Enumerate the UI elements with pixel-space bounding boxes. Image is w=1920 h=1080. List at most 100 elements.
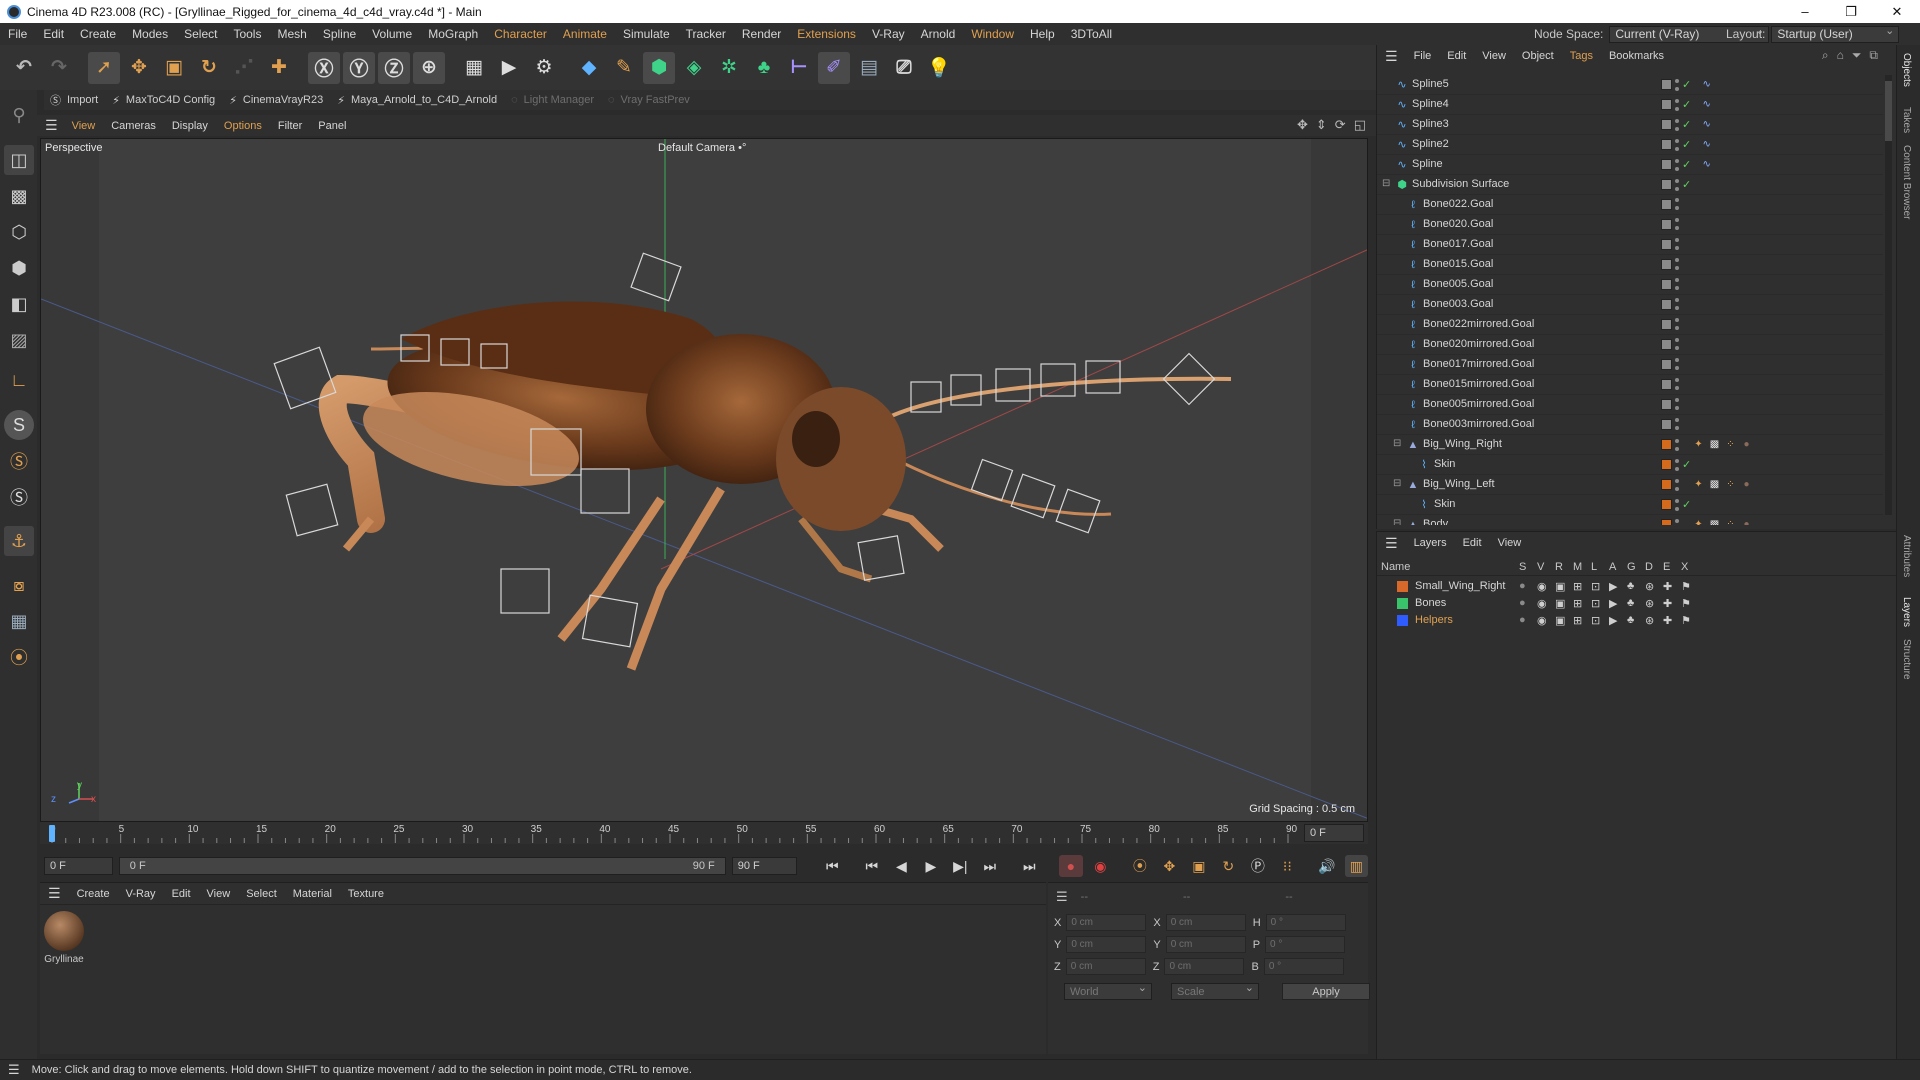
plugin-import[interactable]: Ⓢ Import [50, 92, 98, 108]
tab-content-browser[interactable]: Content Browser [1901, 145, 1912, 219]
deformer-icon[interactable]: ♣ [748, 52, 780, 84]
visibility-dots[interactable] [1675, 138, 1679, 151]
key-rotation-icon[interactable]: ↻ [1217, 855, 1241, 877]
coord-mode-dropdown[interactable]: Scale [1171, 981, 1259, 1000]
texture-tag-icon[interactable]: ▩ [1708, 478, 1721, 491]
rotate-icon[interactable]: ↻ [193, 52, 225, 84]
object-row[interactable]: ⊟ ▲ Big_Wing_Left ✦ ▩ ⁘ ● [1377, 475, 1883, 495]
snap-settings-icon[interactable]: Ⓢ [4, 446, 34, 476]
lm-menu-view[interactable]: View [1490, 537, 1530, 549]
workplane-icon[interactable]: ⧇ [4, 570, 34, 600]
create-object-icon[interactable]: ✚ [263, 52, 295, 84]
om-menu-bookmarks[interactable]: Bookmarks [1601, 50, 1672, 62]
spline-tag-icon[interactable]: ∿ [1700, 138, 1713, 151]
object-row[interactable]: ℓ Bone017.Goal [1377, 235, 1883, 255]
coord-space-dropdown[interactable]: World [1064, 981, 1152, 1000]
layer-color-swatch[interactable] [1661, 318, 1672, 330]
spline-tag-icon[interactable]: ∿ [1700, 158, 1713, 171]
visibility-dots[interactable] [1675, 78, 1679, 91]
deformers-icon[interactable]: ⊛ [1645, 614, 1654, 627]
layer-color-swatch[interactable] [1661, 479, 1672, 490]
enabled-check-icon[interactable]: ✓ [1682, 78, 1691, 91]
menu-mograph[interactable]: MoGraph [420, 27, 486, 41]
layer-color-swatch[interactable] [1661, 99, 1672, 110]
solo-icon[interactable]: ● [1519, 614, 1526, 626]
menu-animate[interactable]: Animate [555, 27, 615, 41]
viewport-maximize-icon[interactable]: ◱ [1354, 117, 1366, 133]
object-row[interactable]: ⌇ Skin ✓ [1377, 495, 1883, 515]
size-x-field[interactable]: 0 cm [1165, 914, 1246, 931]
pos-y-field[interactable]: 0 cm [1066, 936, 1147, 953]
menu-extensions[interactable]: Extensions [789, 27, 864, 41]
animation-icon[interactable]: ▶ [1609, 597, 1617, 610]
layer-color-swatch[interactable] [1661, 378, 1672, 390]
render-icon[interactable]: ▣ [1555, 597, 1565, 610]
plugin-cinemavray[interactable]: ⚡ CinemaVrayR23 [229, 94, 323, 107]
visibility-dots[interactable] [1675, 158, 1679, 171]
material-menu-create[interactable]: Create [69, 888, 118, 900]
vray-tag-icon[interactable]: ✦ [1692, 438, 1705, 451]
menu-edit[interactable]: Edit [35, 27, 72, 41]
live-selection-icon[interactable]: ➚ [88, 51, 120, 84]
menu-render[interactable]: Render [734, 27, 789, 41]
texture-mode-icon[interactable]: ▩ [4, 181, 34, 211]
apply-button[interactable]: Apply [1282, 983, 1370, 1000]
mograph-cloner-icon[interactable]: ✲ [713, 52, 745, 84]
solo-icon[interactable]: ● [1519, 580, 1526, 592]
end-frame-field[interactable]: 90 F [731, 857, 797, 875]
grid-planes-icon[interactable]: ▦ [4, 606, 34, 636]
record-icon[interactable]: ● [1059, 855, 1083, 877]
render-picture-viewer-icon[interactable]: ▶ [493, 52, 525, 84]
visibility-dots[interactable] [1675, 498, 1679, 511]
x-axis-lock-icon[interactable]: Ⓧ [308, 51, 340, 84]
manager-icon[interactable]: ⊞ [1573, 614, 1582, 627]
generators-icon[interactable]: ♣ [1627, 580, 1634, 592]
layer-color-swatch[interactable] [1661, 79, 1672, 90]
menu-create[interactable]: Create [72, 27, 124, 41]
object-row[interactable]: ∿ Spline2 ✓ ∿ [1377, 135, 1883, 155]
material-swatch[interactable]: Gryllinae [42, 911, 86, 971]
timeline-ruler[interactable]: 051015202530354045505560657075808590 0 F [40, 822, 1368, 844]
layer-color-swatch[interactable] [1661, 159, 1672, 170]
om-menu-view[interactable]: View [1474, 50, 1514, 62]
layer-color-swatch[interactable] [1661, 338, 1672, 350]
expressions-icon[interactable]: ✚ [1663, 614, 1672, 627]
visibility-dots[interactable] [1675, 358, 1679, 370]
manager-icon[interactable]: ⊞ [1573, 580, 1582, 593]
weight-tag-icon[interactable]: ⁘ [1724, 478, 1737, 491]
menu-character[interactable]: Character [486, 27, 555, 41]
snap-icon[interactable]: S [4, 410, 34, 440]
render-settings-icon[interactable]: ⚙ [528, 52, 560, 84]
layer-color-swatch[interactable] [1661, 358, 1672, 370]
extrude-generator-icon[interactable]: ◈ [678, 52, 710, 84]
next-key-icon[interactable]: ⏭ [978, 855, 1002, 877]
menu-volume[interactable]: Volume [364, 27, 420, 41]
visibility-dots[interactable] [1675, 318, 1679, 330]
object-row[interactable]: ⌇ Skin ✓ [1377, 455, 1883, 475]
rot-b-field[interactable]: 0 ° [1263, 958, 1344, 975]
render-icon[interactable]: ▣ [1555, 580, 1565, 593]
object-list-scrollbar[interactable] [1885, 75, 1892, 515]
frame-range-slider[interactable]: 0 F 90 F [118, 857, 726, 875]
expressions-icon[interactable]: ✚ [1663, 597, 1672, 610]
menu-window[interactable]: Window [963, 27, 1022, 41]
layer-color-swatch[interactable] [1661, 218, 1672, 230]
layer-color-swatch[interactable] [1661, 258, 1672, 270]
material-menu-view[interactable]: View [199, 888, 239, 900]
material-menu-vray[interactable]: V-Ray [118, 888, 164, 900]
hamburger-icon[interactable]: ☰ [1377, 535, 1406, 552]
locked-icon[interactable]: ⊡ [1591, 597, 1600, 610]
visibility-dots[interactable] [1675, 178, 1679, 191]
layer-color-swatch[interactable] [1661, 519, 1672, 525]
previous-frame-icon[interactable]: ◀ [890, 855, 914, 877]
visibility-dots[interactable] [1675, 218, 1679, 230]
visibility-dots[interactable] [1675, 278, 1679, 290]
autokey-icon[interactable]: ◉ [1089, 855, 1113, 877]
viewport-menu-options[interactable]: Options [216, 120, 270, 132]
enabled-check-icon[interactable]: ✓ [1682, 458, 1691, 471]
filter-icon[interactable]: ⏷ [1852, 48, 1862, 63]
xref-icon[interactable]: ⚑ [1681, 597, 1691, 610]
layer-color-swatch[interactable] [1661, 198, 1672, 210]
axis-mode-icon[interactable]: ∟ [4, 365, 34, 395]
enabled-check-icon[interactable]: ✓ [1682, 178, 1691, 191]
